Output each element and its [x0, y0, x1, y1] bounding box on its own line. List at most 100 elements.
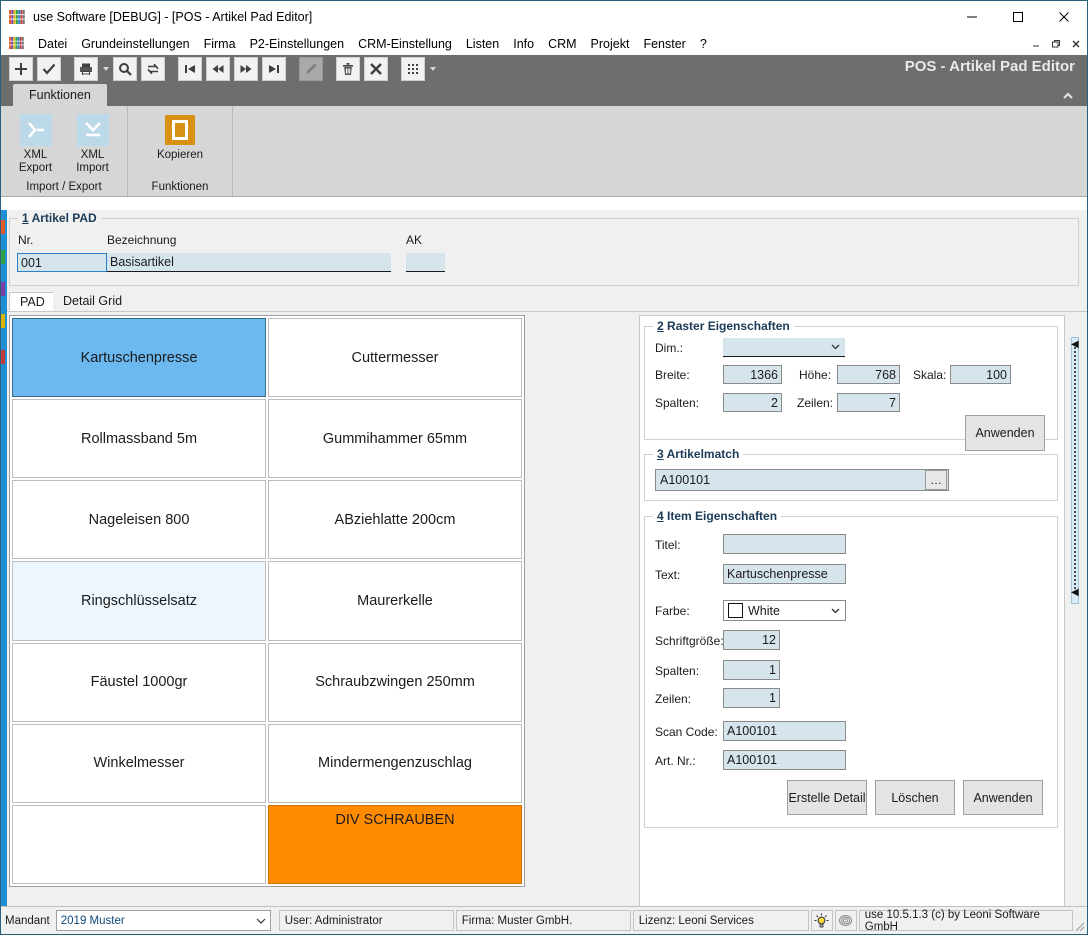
item-spalten-label: Spalten:	[655, 664, 699, 678]
copy-icon	[164, 114, 196, 146]
scancode-input[interactable]	[723, 721, 846, 741]
artikelmatch-browse-button[interactable]: …	[925, 470, 947, 490]
artikel-pad-group-label: Artikel PAD	[32, 211, 97, 225]
mdi-close-button[interactable]	[1066, 34, 1085, 53]
tab-funktionen[interactable]: Funktionen	[13, 84, 107, 106]
skala-input[interactable]	[950, 365, 1011, 384]
splitter-collapse-down-icon[interactable]: ◀	[1071, 587, 1079, 598]
menu-item-fenster[interactable]: Fenster	[636, 36, 692, 52]
menu-item-datei[interactable]: Datei	[31, 36, 74, 52]
pad-tile[interactable]: DIV SCHRAUBEN	[268, 805, 522, 884]
panel-splitter[interactable]: ◀ ◀	[1069, 315, 1081, 907]
titel-input[interactable]	[723, 534, 846, 554]
spalten-input[interactable]	[723, 393, 782, 412]
xml-import-button[interactable]: XMLImport	[64, 110, 121, 175]
print-dropdown-icon[interactable]	[100, 58, 111, 80]
mandant-combo[interactable]: 2019 Muster	[56, 910, 271, 931]
menu-item-p2-einstellungen[interactable]: P2-Einstellungen	[243, 36, 352, 52]
pad-tile[interactable]: Mindermengenzuschlag	[268, 724, 522, 803]
pad-tile[interactable]: Gummihammer 65mm	[268, 399, 522, 478]
menu-item-crm[interactable]: CRM	[541, 36, 583, 52]
menu-item-help[interactable]: ?	[693, 36, 714, 52]
kopieren-button[interactable]: Kopieren	[140, 110, 220, 162]
ribbon-empty-area	[233, 106, 1087, 196]
loeschen-button[interactable]: Löschen	[875, 780, 955, 815]
menu-item-info[interactable]: Info	[506, 36, 541, 52]
new-record-icon[interactable]	[9, 57, 33, 81]
dim-label: Dim.:	[655, 341, 683, 355]
pad-tile[interactable]: Winkelmesser	[12, 724, 266, 803]
tab-pad[interactable]: PAD	[9, 292, 56, 311]
artnr-input[interactable]	[723, 750, 846, 770]
pad-tile[interactable]: Kartuschenpresse	[12, 318, 266, 397]
ak-label: AK	[406, 233, 422, 247]
pad-tile[interactable]: ABziehlatte 200cm	[268, 480, 522, 559]
item-zeilen-input[interactable]	[723, 688, 780, 708]
artikelmatch-field[interactable]: A100101 …	[655, 469, 949, 491]
pad-tile[interactable]: Maurerkelle	[268, 561, 522, 640]
grid-icon[interactable]	[401, 57, 425, 81]
menu-item-projekt[interactable]: Projekt	[584, 36, 637, 52]
fingerprint-icon[interactable]	[835, 910, 857, 931]
ribbon-collapse-icon[interactable]	[1061, 91, 1075, 104]
text-input[interactable]	[723, 564, 846, 584]
cancel-icon[interactable]	[364, 57, 388, 81]
raster-anwenden-button[interactable]: Anwenden	[965, 415, 1045, 451]
delete-icon[interactable]	[336, 57, 360, 81]
xml-export-button[interactable]: XMLExport	[7, 110, 64, 175]
erstelle-detail-button[interactable]: Erstelle Detail	[787, 780, 867, 815]
first-record-icon[interactable]	[178, 57, 202, 81]
mdi-restore-button[interactable]	[1046, 34, 1065, 53]
close-button[interactable]	[1041, 1, 1087, 32]
item-anwenden-button[interactable]: Anwenden	[963, 780, 1043, 815]
xml-export-label-1: XML	[24, 149, 48, 161]
pad-tile[interactable]: Nageleisen 800	[12, 480, 266, 559]
skala-label: Skala:	[913, 368, 946, 382]
bezeichnung-input[interactable]	[107, 253, 391, 272]
title-bar: use Software [DEBUG] - [POS - Artikel Pa…	[1, 1, 1087, 32]
titel-label: Titel:	[655, 538, 681, 552]
tab-detail-grid[interactable]: Detail Grid	[53, 292, 132, 311]
splitter-collapse-up-icon[interactable]: ◀	[1071, 339, 1079, 350]
search-icon[interactable]	[113, 57, 137, 81]
farbe-swatch-icon	[728, 603, 743, 618]
maximize-button[interactable]	[995, 1, 1041, 32]
confirm-icon[interactable]	[37, 57, 61, 81]
print-icon[interactable]	[74, 57, 98, 81]
pad-grid-container: KartuschenpresseCuttermesserRollmassband…	[9, 315, 525, 887]
bulb-icon[interactable]	[811, 910, 833, 931]
nr-input[interactable]	[17, 253, 107, 272]
menu-item-crm-einstellung[interactable]: CRM-Einstellung	[351, 36, 459, 52]
pad-tile[interactable]: Cuttermesser	[268, 318, 522, 397]
application-window: use Software [DEBUG] - [POS - Artikel Pa…	[0, 0, 1088, 935]
zeilen-input[interactable]	[837, 393, 900, 412]
minimize-button[interactable]	[949, 1, 995, 32]
menu-item-listen[interactable]: Listen	[459, 36, 506, 52]
last-record-icon[interactable]	[262, 57, 286, 81]
ribbon-tab-strip: Funktionen	[1, 83, 1087, 106]
previous-record-icon[interactable]	[206, 57, 230, 81]
menu-item-grundeinstellungen[interactable]: Grundeinstellungen	[74, 36, 196, 52]
refresh-icon[interactable]	[141, 57, 165, 81]
item-spalten-input[interactable]	[723, 660, 780, 680]
breite-input[interactable]	[723, 365, 782, 384]
dim-combo[interactable]	[723, 338, 845, 357]
pad-tile[interactable]: Fäustel 1000gr	[12, 643, 266, 722]
schriftgroesse-input[interactable]	[723, 630, 780, 650]
hoehe-input[interactable]	[837, 365, 900, 384]
ak-input[interactable]	[406, 253, 445, 272]
nr-label: Nr.	[18, 233, 33, 247]
pad-tile[interactable]	[12, 805, 266, 884]
pad-tile[interactable]: Schraubzwingen 250mm	[268, 643, 522, 722]
pad-tile[interactable]: Ringschlüsselsatz	[12, 561, 266, 640]
pad-tile[interactable]: Rollmassband 5m	[12, 399, 266, 478]
grid-dropdown-icon[interactable]	[427, 58, 438, 80]
pad-tile-label: Gummihammer 65mm	[323, 431, 467, 447]
farbe-combo[interactable]: White	[723, 600, 846, 621]
docked-panel-edge[interactable]	[1, 210, 7, 907]
menu-item-firma[interactable]: Firma	[197, 36, 243, 52]
resize-grip-icon[interactable]	[1073, 920, 1085, 932]
bezeichnung-label: Bezeichnung	[107, 233, 176, 247]
next-record-icon[interactable]	[234, 57, 258, 81]
mdi-minimize-button[interactable]	[1026, 34, 1045, 53]
